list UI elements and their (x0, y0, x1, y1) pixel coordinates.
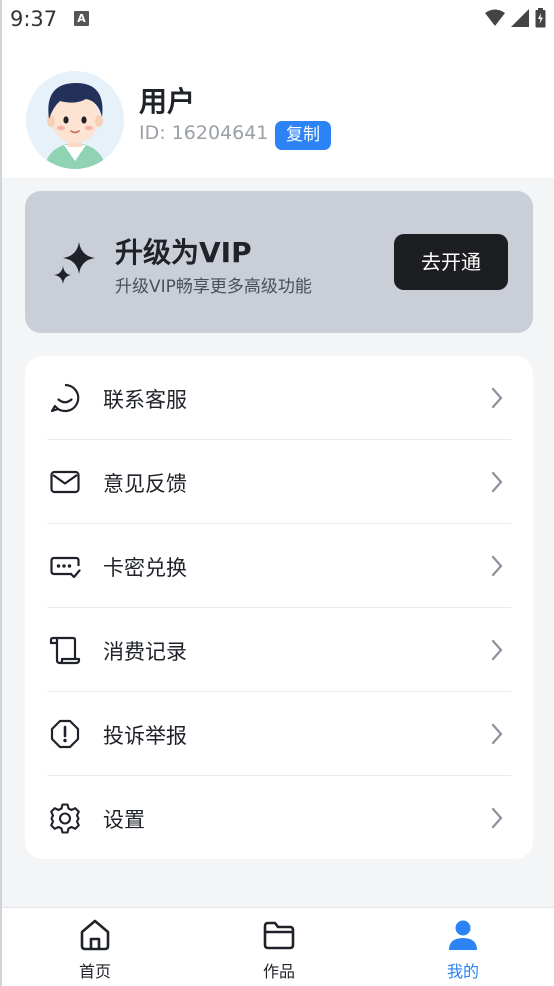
user-icon (449, 920, 477, 950)
chevron-right-icon (491, 723, 503, 745)
chevron-right-icon (491, 639, 503, 661)
menu-item-customer-service[interactable]: 联系客服 (25, 356, 533, 440)
user-id: ID: 16204641 (139, 122, 269, 144)
menu-item-label: 投诉举报 (103, 724, 187, 748)
chevron-right-icon (491, 807, 503, 829)
avatar-illustration (26, 71, 124, 169)
vip-title: 升级为VIP (115, 236, 252, 269)
menu-item-settings[interactable]: 设置 (25, 776, 533, 860)
status-indicators (485, 8, 546, 28)
status-bar: 9:37 A (2, 0, 554, 38)
menu-item-label: 意见反馈 (103, 472, 187, 496)
chevron-right-icon (491, 471, 503, 493)
battery-icon (535, 8, 546, 28)
nav-item-home[interactable]: 首页 (35, 908, 155, 986)
menu-item-complaint-report[interactable]: 投诉举报 (25, 692, 533, 776)
folder-icon (263, 921, 295, 950)
home-icon (80, 919, 110, 951)
menu-item-label: 卡密兑换 (103, 556, 187, 580)
vip-subtitle: 升级VIP畅享更多高级功能 (115, 277, 312, 297)
sparkle-icon (54, 242, 95, 284)
notification-icon: A (74, 11, 89, 26)
signal-icon (511, 9, 529, 27)
mail-icon (50, 470, 80, 494)
avatar[interactable] (26, 71, 124, 169)
alert-circle-icon (50, 719, 80, 749)
profile-page: 9:37 A 用户 ID: 16204641 复制 升级为VIP 升级VIP畅享… (0, 0, 554, 986)
nav-item-mine[interactable]: 我的 (403, 908, 523, 986)
nav-item-works[interactable]: 作品 (219, 908, 339, 986)
menu-item-label: 设置 (103, 808, 145, 832)
card-code-icon (50, 556, 81, 579)
copy-id-button[interactable]: 复制 (275, 121, 331, 150)
menu-item-label: 消费记录 (103, 640, 187, 664)
menu-item-feedback[interactable]: 意见反馈 (25, 440, 533, 524)
status-time: 9:37 (10, 7, 58, 31)
gear-icon (50, 803, 80, 834)
wifi-icon (485, 9, 505, 26)
bottom-nav: 首页 作品 我的 (2, 907, 554, 986)
menu-item-consumption-records[interactable]: 消费记录 (25, 608, 533, 692)
menu-list: 联系客服 意见反馈 卡密兑换 消费记录 投诉举报 设置 (25, 356, 533, 859)
chat-bubble-icon (50, 383, 80, 413)
scroll-icon (49, 636, 81, 665)
nav-label: 我的 (446, 962, 479, 981)
nav-label: 首页 (78, 962, 111, 981)
menu-item-card-redeem[interactable]: 卡密兑换 (25, 524, 533, 608)
nav-label: 作品 (262, 962, 295, 981)
chevron-right-icon (491, 555, 503, 577)
vip-upgrade-card[interactable]: 升级为VIP 升级VIP畅享更多高级功能 去开通 (25, 191, 533, 333)
menu-item-label: 联系客服 (103, 388, 187, 412)
user-name: 用户 (139, 85, 196, 118)
vip-activate-button[interactable]: 去开通 (394, 234, 508, 290)
chevron-right-icon (491, 387, 503, 409)
